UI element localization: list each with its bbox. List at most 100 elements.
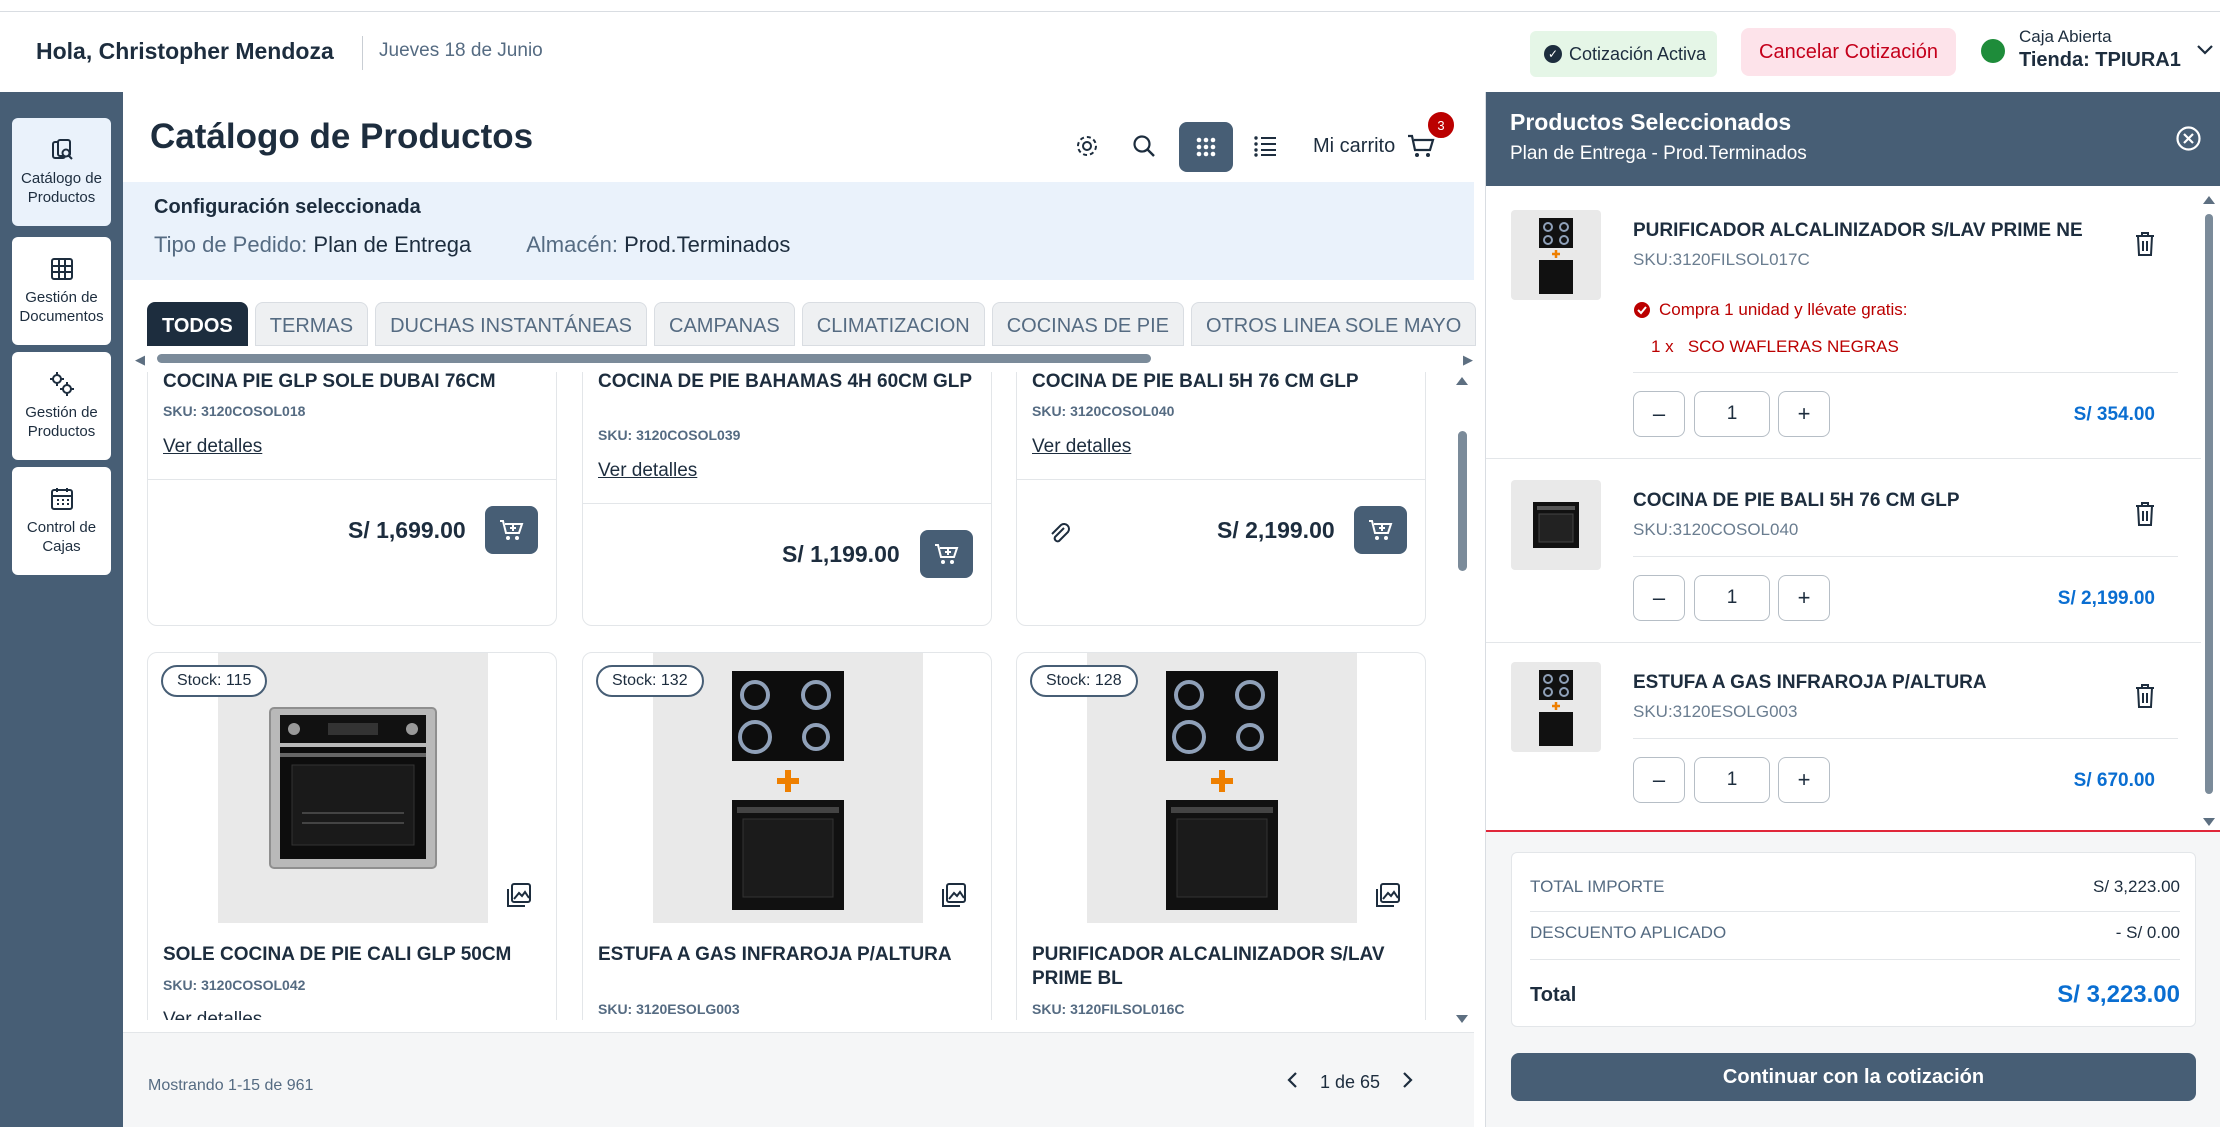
details-link[interactable]: Ver detalles xyxy=(1032,436,1131,458)
details-link[interactable]: Ver detalles xyxy=(598,460,697,482)
cart-label[interactable]: Mi carrito xyxy=(1313,135,1395,158)
attachment-icon[interactable] xyxy=(1046,520,1072,546)
tab-cocinas-de-pie[interactable]: COCINAS DE PIE xyxy=(991,302,1184,346)
trash-icon[interactable] xyxy=(2132,230,2158,258)
grand-total-label: Total xyxy=(1530,983,1577,1006)
cart-item-promo: Compra 1 unidad y llévate gratis: xyxy=(1633,300,1908,320)
cart-scrollbar[interactable] xyxy=(2199,192,2219,832)
stock-badge: Stock: 128 xyxy=(1030,665,1138,697)
header-divider xyxy=(362,36,363,70)
product-price: S/ 2,199.00 xyxy=(1217,517,1335,543)
cart-items-list: PURIFICADOR ALCALINIZADOR S/LAV PRIME NE… xyxy=(1486,186,2201,826)
grand-total-value: S/ 3,223.00 xyxy=(2057,981,2180,1008)
product-card: COCINA PIE GLP SOLE DUBAI 76CM SKU: 3120… xyxy=(147,372,557,626)
continue-quote-button[interactable]: Continuar con la cotización xyxy=(1511,1053,2196,1101)
promo-check-icon xyxy=(1634,302,1650,318)
scroll-right-icon[interactable]: ▶ xyxy=(1463,352,1473,368)
chevron-left-icon[interactable] xyxy=(1286,1071,1298,1094)
item-divider xyxy=(1633,372,2178,373)
qty-decrease-button[interactable]: – xyxy=(1633,391,1685,437)
gears-icon xyxy=(49,372,74,396)
nav-item-products[interactable]: Gestión de Productos xyxy=(12,352,111,460)
config-title: Configuración seleccionada xyxy=(154,196,421,218)
list-view-icon[interactable] xyxy=(1249,130,1281,162)
product-sku: SKU: 3120COSOL042 xyxy=(163,977,306,993)
scroll-thumb[interactable] xyxy=(157,354,1151,363)
totals-box: TOTAL IMPORTE S/ 3,223.00 DESCUENTO APLI… xyxy=(1511,852,2196,1027)
cart-add-icon xyxy=(499,520,523,540)
totals-separator xyxy=(1530,959,2180,960)
nav-item-catalog[interactable]: Catálogo de Productos xyxy=(12,118,111,226)
chevron-down-icon[interactable] xyxy=(2196,40,2214,61)
qty-decrease-button[interactable]: – xyxy=(1633,575,1685,621)
qty-input[interactable] xyxy=(1694,757,1770,803)
tab-termas[interactable]: TERMAS xyxy=(254,302,369,346)
pagination: 1 de 65 xyxy=(1286,1071,1414,1094)
category-tabs: TODOS TERMAS DUCHAS INSTANTÁNEAS CAMPANAS CL… xyxy=(147,302,1477,348)
gallery-icon[interactable] xyxy=(505,881,533,909)
catalog-scrollbar[interactable] xyxy=(1453,375,1471,1025)
gallery-icon[interactable] xyxy=(1374,881,1402,909)
product-card: COCINA DE PIE BALI 5H 76 CM GLP SKU: 312… xyxy=(1016,372,1426,626)
qty-input[interactable] xyxy=(1694,575,1770,621)
nav-item-documents[interactable]: Gestión de Documentos xyxy=(12,237,111,345)
nav-label: Gestión de xyxy=(25,404,98,421)
settings-icon[interactable] xyxy=(1071,130,1103,162)
totals-section: TOTAL IMPORTE S/ 3,223.00 DESCUENTO APLI… xyxy=(1486,832,2220,1127)
results-count: Mostrando 1-15 de 961 xyxy=(148,1077,314,1094)
total-import-row: TOTAL IMPORTE S/ 3,223.00 xyxy=(1530,877,2180,897)
store-status-dot xyxy=(1981,39,2005,63)
chevron-right-icon[interactable] xyxy=(1402,1071,1414,1094)
item-divider xyxy=(1633,556,2178,557)
discount-value: - S/ 0.00 xyxy=(2115,923,2180,942)
close-icon[interactable] xyxy=(2175,125,2202,152)
order-type-value: Plan de Entrega xyxy=(313,232,472,257)
scroll-left-icon[interactable]: ◀ xyxy=(135,352,145,368)
product-card: Stock: 128 PURIFICADOR ALCALINIZADOR S/L… xyxy=(1016,652,1426,1020)
tab-otros[interactable]: OTROS LINEA SOLE MAYO xyxy=(1191,302,1477,346)
trash-icon[interactable] xyxy=(2132,500,2158,528)
tabs-scrollbar[interactable]: ◀ ▶ xyxy=(135,352,1475,368)
tab-campanas[interactable]: CAMPANAS xyxy=(654,302,795,346)
tab-duchas[interactable]: DUCHAS INSTANTÁNEAS xyxy=(375,302,647,346)
qty-decrease-button[interactable]: – xyxy=(1633,757,1685,803)
product-name: PURIFICADOR ALCALINIZADOR S/LAV PRIME BL xyxy=(1032,944,1385,989)
header-date: Jueves 18 de Junio xyxy=(379,40,543,61)
add-to-cart-button[interactable] xyxy=(485,506,538,554)
qty-increase-button[interactable]: + xyxy=(1778,391,1830,437)
product-card: Stock: 115 SOLE COCINA DE PIE CALI GLP 5… xyxy=(147,652,557,1020)
card-divider xyxy=(1017,479,1425,480)
product-name: COCINA DE PIE BALI 5H 76 CM GLP xyxy=(1032,372,1359,392)
product-sku: SKU: 3120COSOL040 xyxy=(1032,403,1175,419)
add-to-cart-button[interactable] xyxy=(920,530,973,578)
catalog-main: Catálogo de Productos Mi carrito 3 Confi… xyxy=(123,92,1477,1127)
details-link[interactable]: Ver detalles xyxy=(163,1009,262,1020)
gallery-icon[interactable] xyxy=(940,881,968,909)
catalog-icon xyxy=(51,139,73,160)
qty-increase-button[interactable]: + xyxy=(1778,757,1830,803)
search-icon[interactable] xyxy=(1128,130,1160,162)
cart-item-thumbnail xyxy=(1511,662,1601,752)
grid-view-button[interactable] xyxy=(1179,122,1233,172)
nav-item-cash-control[interactable]: Control de Cajas xyxy=(12,467,111,575)
qty-increase-button[interactable]: + xyxy=(1778,575,1830,621)
cart-add-icon xyxy=(1368,520,1392,540)
trash-icon[interactable] xyxy=(2132,682,2158,710)
qty-input[interactable] xyxy=(1694,391,1770,437)
cancel-quote-button[interactable]: Cancelar Cotización xyxy=(1741,28,1956,76)
panel-title: Productos Seleccionados xyxy=(1510,109,1792,135)
cart-item-sku: SKU:3120ESOLG003 xyxy=(1633,702,1798,721)
store-name: Tienda: TPIURA1 xyxy=(2019,49,2181,71)
tab-climatizacion[interactable]: CLIMATIZACION xyxy=(801,302,985,346)
product-name: COCINA DE PIE BAHAMAS 4H 60CM GLP xyxy=(598,372,973,392)
nav-label: Productos xyxy=(27,423,96,440)
details-link[interactable]: Ver detalles xyxy=(163,436,262,458)
greeting: Hola, Christopher Mendoza xyxy=(36,38,334,64)
product-name: COCINA PIE GLP SOLE DUBAI 76CM xyxy=(163,372,496,392)
cart-item-price: S/ 2,199.00 xyxy=(2057,588,2155,609)
tab-todos[interactable]: TODOS xyxy=(147,302,248,346)
grid-icon xyxy=(50,258,73,280)
add-to-cart-button[interactable] xyxy=(1354,506,1407,554)
promo-free-item: 1 x SCO WAFLERAS NEGRAS xyxy=(1651,337,1899,356)
selected-config: Configuración seleccionada Tipo de Pedid… xyxy=(123,182,1474,280)
